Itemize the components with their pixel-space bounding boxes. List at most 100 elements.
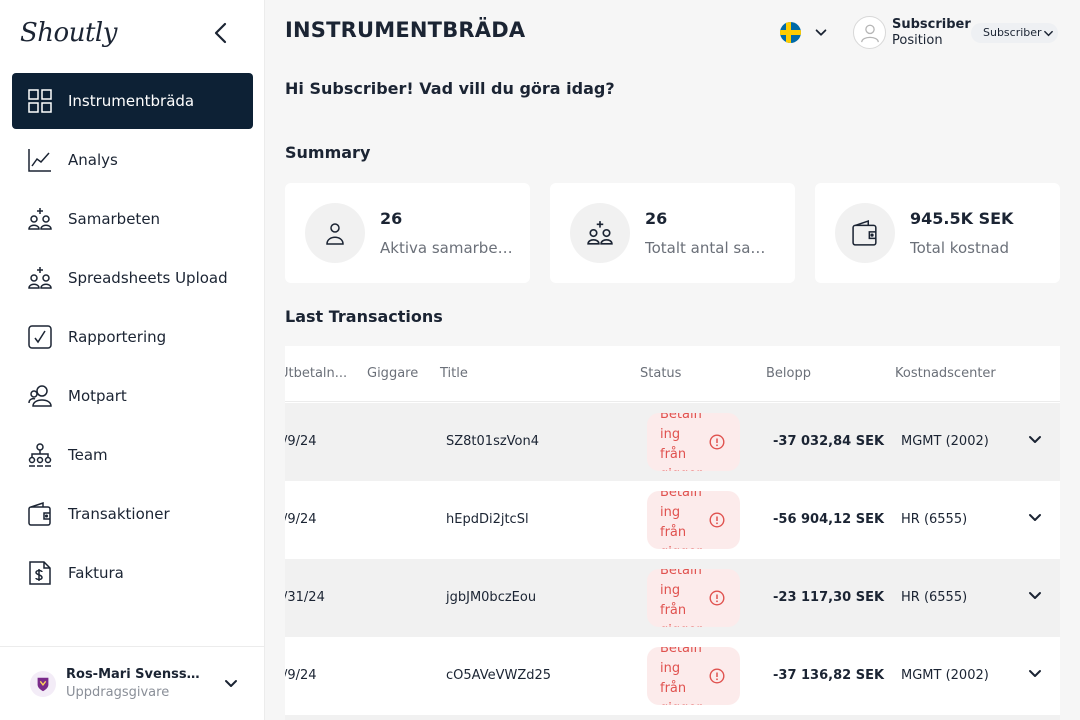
role-select[interactable]: Subscriber — [971, 23, 1058, 43]
page-title: INSTRUMENTBRÄDA — [285, 18, 526, 42]
title-cell: SZ8t01szVon4 — [446, 434, 540, 449]
sidebar-item-motpart[interactable]: Motpart — [12, 368, 253, 424]
table-row[interactable]: /9/24 SZ8t01szVon4 Betalning från gigger… — [285, 403, 1060, 481]
status-badge[interactable]: Betalning från gigger — [647, 569, 740, 627]
sidebar-item-spreadsheets-upload[interactable]: Spreadsheets Upload — [12, 250, 253, 306]
people-icon — [28, 384, 52, 408]
card-label: Total kostnad — [910, 239, 1010, 257]
status-badge[interactable]: Betalning från gigger — [647, 491, 740, 549]
chevron-down-icon[interactable] — [1027, 432, 1043, 448]
checkbox-icon — [28, 325, 52, 349]
sweden-flag-icon — [780, 22, 801, 43]
cost-center-cell: MGMT (2002) — [901, 668, 989, 683]
sidebar-item-label: Team — [68, 446, 108, 464]
users-plus-icon — [28, 207, 52, 231]
sidebar-item-instrumentbrada[interactable]: Instrumentbräda — [12, 73, 253, 129]
sidebar-nav: Instrumentbräda Analys Samarbeten Spread… — [12, 73, 253, 604]
date-cell: /31/24 — [285, 590, 325, 605]
amount-cell: -37 032,84 SEK — [773, 434, 885, 449]
title-cell: jgbJM0bczEou — [446, 590, 537, 605]
summary-card-cost[interactable]: 945.5K SEK Total kostnad — [815, 183, 1060, 283]
sidebar-item-label: Transaktioner — [68, 505, 170, 523]
chevron-down-icon — [815, 28, 827, 36]
status-text: Betalning från gigger — [660, 569, 702, 627]
column-header[interactable]: Giggare — [367, 366, 418, 381]
table-row[interactable]: /9/24 hEpdDi2jtcSl Betalning från gigger… — [285, 481, 1060, 559]
users-plus-icon — [28, 266, 52, 290]
card-value: 945.5K SEK — [910, 209, 1014, 228]
summary-title: Summary — [285, 143, 371, 162]
table-row[interactable]: /9/24 cO5AVeVWZd25 Betalning från gigger… — [285, 637, 1060, 715]
info-icon — [709, 668, 725, 684]
date-cell: /9/24 — [285, 434, 317, 449]
invoice-dollar-icon — [28, 561, 52, 585]
sidebar-item-label: Motpart — [68, 387, 127, 405]
sidebar-item-label: Spreadsheets Upload — [68, 269, 228, 287]
sidebar: Shoutly Instrumentbräda Analys Samarbete… — [0, 0, 265, 720]
chevron-down-icon[interactable] — [1027, 510, 1043, 526]
team-tree-icon — [28, 443, 52, 467]
sidebar-item-team[interactable]: Team — [12, 427, 253, 483]
dashboard-grid-icon — [28, 89, 52, 113]
wallet-icon — [835, 203, 895, 263]
sidebar-item-rapportering[interactable]: Rapportering — [12, 309, 253, 365]
card-value: 26 — [645, 209, 668, 228]
column-header[interactable]: Belopp — [766, 366, 811, 381]
user-position: Position — [892, 33, 943, 48]
app-logo[interactable]: Shoutly — [20, 18, 117, 48]
sidebar-item-label: Rapportering — [68, 328, 167, 346]
sidebar-item-transaktioner[interactable]: Transaktioner — [12, 486, 253, 542]
table-row[interactable]: /31/24 jgbJM0bczEou Betalning från gigge… — [285, 559, 1060, 637]
info-icon — [709, 512, 725, 528]
table-row — [285, 715, 1060, 720]
status-text: Betalning från gigger — [660, 491, 702, 549]
wallet-icon — [28, 502, 52, 526]
user-icon — [305, 203, 365, 263]
amount-cell: -56 904,12 SEK — [773, 512, 885, 527]
organization-name: Ros-Mari Svensson ... — [66, 667, 206, 682]
title-cell: hEpdDi2jtcSl — [446, 512, 529, 527]
chevron-down-icon[interactable] — [1027, 588, 1043, 604]
organization-switcher[interactable]: Ros-Mari Svensson ... Uppdragsgivare — [0, 646, 265, 720]
chevron-down-icon[interactable] — [222, 675, 240, 693]
card-value: 26 — [380, 209, 403, 228]
organization-logo — [30, 670, 56, 697]
users-plus-icon — [570, 203, 630, 263]
status-badge[interactable]: Betalning från gigger — [647, 413, 740, 471]
sidebar-item-samarbeten[interactable]: Samarbeten — [12, 191, 253, 247]
cost-center-cell: MGMT (2002) — [901, 434, 989, 449]
amount-cell: -37 136,82 SEK — [773, 668, 885, 683]
user-profile[interactable]: Subscriber Position — [853, 16, 971, 49]
column-header[interactable]: Kostnadscenter — [895, 366, 996, 381]
column-header[interactable]: Utbetaln... — [285, 366, 347, 381]
card-label: Totalt antal samarbeten — [645, 239, 780, 257]
sidebar-item-analys[interactable]: Analys — [12, 132, 253, 188]
sidebar-item-label: Faktura — [68, 564, 124, 582]
info-icon — [709, 590, 725, 606]
column-header[interactable]: Status — [640, 366, 681, 381]
sidebar-item-label: Analys — [68, 151, 118, 169]
sidebar-item-faktura[interactable]: Faktura — [12, 545, 253, 601]
summary-card-active[interactable]: 26 Aktiva samarbeten — [285, 183, 530, 283]
cost-center-cell: HR (6555) — [901, 512, 968, 527]
status-badge[interactable]: Betalning från gigger — [647, 647, 740, 705]
organization-role: Uppdragsgivare — [66, 685, 170, 700]
sidebar-item-label: Instrumentbräda — [68, 92, 195, 110]
chevron-down-icon — [1044, 30, 1053, 37]
title-cell: cO5AVeVWZd25 — [446, 668, 552, 683]
user-name: Subscriber — [892, 17, 971, 32]
date-cell: /9/24 — [285, 512, 317, 527]
chart-line-icon — [28, 148, 52, 172]
date-cell: /9/24 — [285, 668, 317, 683]
cost-center-cell: HR (6555) — [901, 590, 968, 605]
greeting: Hi Subscriber! Vad vill du göra idag? — [285, 79, 615, 98]
collapse-sidebar-button[interactable] — [208, 20, 234, 46]
language-selector[interactable] — [780, 22, 829, 43]
chevron-down-icon[interactable] — [1027, 666, 1043, 682]
column-header[interactable]: Title — [440, 366, 468, 381]
transactions-title: Last Transactions — [285, 307, 443, 326]
status-text: Betalning från gigger — [660, 647, 702, 705]
avatar — [853, 16, 886, 49]
summary-card-total[interactable]: 26 Totalt antal samarbeten — [550, 183, 795, 283]
sidebar-item-label: Samarbeten — [68, 210, 161, 228]
